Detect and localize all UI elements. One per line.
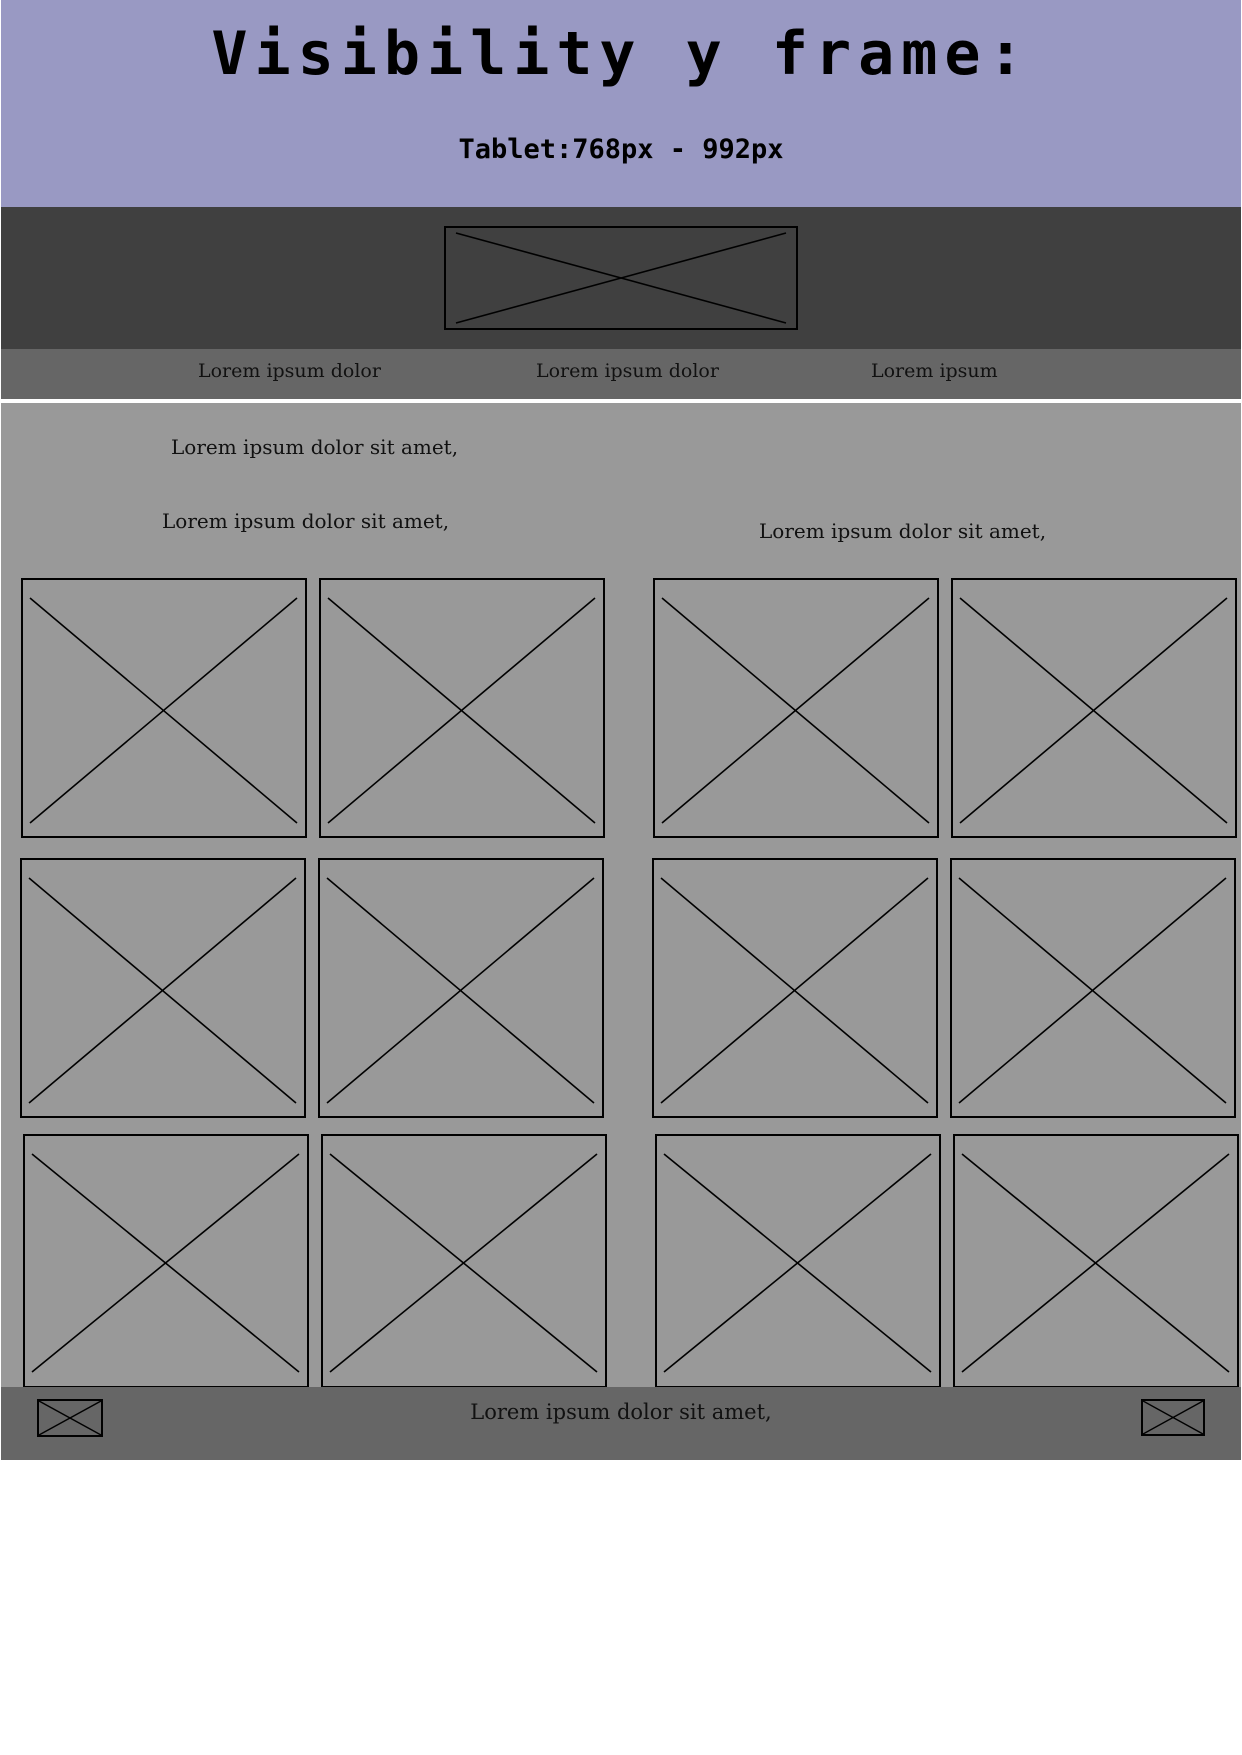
nav-bar: Lorem ipsum dolor Lorem ipsum dolor Lore… xyxy=(1,349,1241,399)
image-placeholder-icon[interactable] xyxy=(655,1134,941,1388)
left-column-subheading: Lorem ipsum dolor sit amet, xyxy=(162,509,450,533)
image-placeholder-icon[interactable] xyxy=(318,858,604,1118)
image-placeholder-icon[interactable] xyxy=(319,578,605,838)
page-subtitle: Tablet:768px - 992px xyxy=(458,134,784,165)
footer-right-image-placeholder-icon[interactable] xyxy=(1141,1399,1205,1436)
image-placeholder-icon[interactable] xyxy=(653,578,939,838)
image-placeholder-icon[interactable] xyxy=(20,858,306,1118)
footer-text: Lorem ipsum dolor sit amet, xyxy=(470,1400,772,1424)
image-placeholder-icon[interactable] xyxy=(950,858,1236,1118)
page-title: Visibility y frame: xyxy=(211,19,1031,89)
nav-item-2[interactable]: Lorem ipsum dolor xyxy=(536,349,719,393)
logo-image-placeholder-icon[interactable] xyxy=(444,226,798,330)
content-area: Lorem ipsum dolor sit amet, Lorem ipsum … xyxy=(1,403,1241,1388)
left-column-heading: Lorem ipsum dolor sit amet, xyxy=(171,435,459,459)
title-band: Visibility y frame: Tablet:768px - 992px xyxy=(1,0,1241,207)
footer: Lorem ipsum dolor sit amet, xyxy=(1,1387,1241,1460)
image-placeholder-icon[interactable] xyxy=(23,1134,309,1388)
image-placeholder-icon[interactable] xyxy=(321,1134,607,1388)
image-placeholder-icon[interactable] xyxy=(652,858,938,1118)
logo-bar xyxy=(1,207,1241,349)
nav-item-1[interactable]: Lorem ipsum dolor xyxy=(198,349,381,393)
nav-item-3[interactable]: Lorem ipsum xyxy=(871,349,998,393)
image-placeholder-icon[interactable] xyxy=(21,578,307,838)
image-placeholder-icon[interactable] xyxy=(951,578,1237,838)
right-column-heading: Lorem ipsum dolor sit amet, xyxy=(759,519,1047,543)
image-placeholder-icon[interactable] xyxy=(953,1134,1239,1388)
